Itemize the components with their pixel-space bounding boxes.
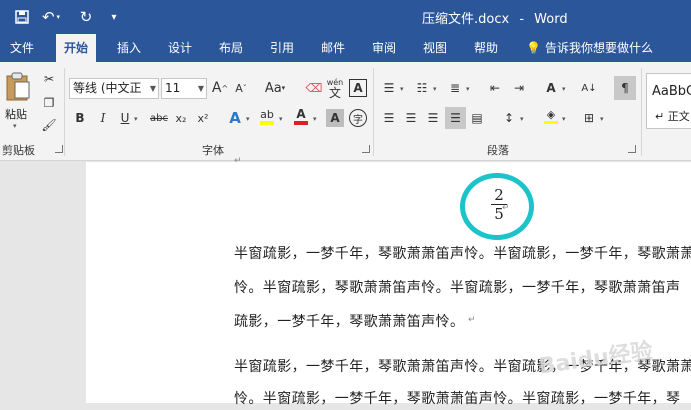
- title-bar: ↶ ▾ ↻ ▾ 压缩文件.docx - Word: [0, 0, 691, 34]
- tab-insert[interactable]: 插入: [109, 34, 149, 62]
- multilevel-dropdown-icon[interactable]: ▾: [466, 85, 470, 93]
- font-size-value: 11: [165, 81, 181, 95]
- tab-layout[interactable]: 布局: [211, 34, 251, 62]
- paste-label: 粘贴: [5, 108, 27, 121]
- save-icon[interactable]: [12, 6, 32, 28]
- clear-formatting-icon[interactable]: ⌫: [305, 79, 323, 97]
- decrease-indent-icon[interactable]: ⇤: [486, 79, 504, 97]
- body-text-line: 疏影，一梦千年，琴歌萧萧笛声怜。: [234, 314, 465, 330]
- undo-icon[interactable]: ↶ ▾: [40, 6, 62, 28]
- clipboard-launcher-icon[interactable]: [55, 145, 63, 153]
- distributed-icon[interactable]: ▤: [468, 109, 486, 127]
- underline-button[interactable]: U: [116, 109, 134, 127]
- font-color-icon[interactable]: A: [292, 107, 310, 125]
- window-title: 压缩文件.docx - Word: [422, 8, 568, 27]
- show-marks-icon[interactable]: ¶: [614, 76, 636, 100]
- line-spacing-icon[interactable]: ↕: [500, 109, 518, 127]
- text-effects-dropdown-icon[interactable]: ▾: [246, 115, 250, 123]
- tab-mailings[interactable]: 邮件: [313, 34, 353, 62]
- multilevel-list-icon[interactable]: ≣: [446, 79, 464, 97]
- align-right-icon[interactable]: ☰: [424, 109, 442, 127]
- justify-icon[interactable]: ☰: [445, 107, 466, 129]
- body-text-line: 半窗疏影，一梦千年，琴歌萧萧笛声怜。半窗疏影，一梦千年，琴歌萧萧: [234, 246, 691, 262]
- body-text-line: 怜。半窗疏影，琴歌萧萧笛声怜。半窗疏影，一梦千年，琴歌萧萧笛声: [234, 280, 681, 296]
- bullets-dropdown-icon[interactable]: ▾: [400, 85, 404, 93]
- format-painter-icon[interactable]: 🖌: [40, 116, 58, 134]
- ribbon-tabs: 文件 开始 插入 设计 布局 引用 邮件 审阅 视图 帮助 💡 告诉我你想要做什么: [0, 34, 691, 62]
- tab-references[interactable]: 引用: [262, 34, 302, 62]
- lightbulb-icon: 💡: [526, 41, 541, 55]
- shrink-font-icon[interactable]: Aˇ: [232, 79, 250, 97]
- character-shading-icon[interactable]: A: [326, 109, 344, 127]
- tab-help[interactable]: 帮助: [466, 34, 506, 62]
- enclose-characters-icon[interactable]: 字: [349, 109, 367, 127]
- ribbon-home: 粘贴 ▾ ✂ ❐ 🖌 剪贴板 等线 (中文正 ▼ 11 ▼ A ^ Aˇ Aa ▾ ⌫ …: [0, 62, 691, 161]
- font-color-dropdown-icon[interactable]: ▾: [313, 115, 317, 123]
- line-spacing-dropdown-icon[interactable]: ▾: [520, 115, 524, 123]
- grow-font-icon[interactable]: A ^: [211, 79, 229, 97]
- clipboard-group-label: 剪贴板: [2, 144, 35, 157]
- align-center-icon[interactable]: ☰: [402, 109, 420, 127]
- font-launcher-icon[interactable]: [362, 145, 370, 153]
- paragraph-mark: ↵: [468, 315, 476, 325]
- numbering-icon[interactable]: ☷: [413, 79, 431, 97]
- redo-icon[interactable]: ↻: [77, 6, 95, 28]
- chevron-down-icon: ▼: [149, 84, 156, 93]
- subscript-button[interactable]: x₂: [172, 109, 190, 127]
- clipboard-icon: [6, 72, 30, 101]
- borders-dropdown-icon[interactable]: ▾: [600, 115, 604, 123]
- superscript-button[interactable]: x²: [194, 109, 212, 127]
- chinese-layout-dropdown-icon[interactable]: ▾: [562, 85, 566, 93]
- chevron-down-icon: ▼: [197, 84, 204, 93]
- numbering-dropdown-icon[interactable]: ▾: [433, 85, 437, 93]
- tab-file[interactable]: 文件: [2, 34, 42, 62]
- highlight-dropdown-icon[interactable]: ▾: [279, 115, 283, 123]
- tab-review[interactable]: 审阅: [364, 34, 404, 62]
- paragraph-mark: ↵: [234, 156, 242, 166]
- italic-button[interactable]: I: [94, 109, 112, 127]
- separator: [64, 68, 65, 156]
- paragraph-launcher-icon[interactable]: [628, 145, 636, 153]
- bullets-icon[interactable]: ☰: [380, 79, 398, 97]
- paragraph-group-label: 段落: [487, 144, 509, 157]
- customize-qat-icon[interactable]: ▾: [107, 6, 121, 28]
- font-size-select[interactable]: 11 ▼: [161, 78, 207, 99]
- tell-me-label: 告诉我你想要做什么: [544, 41, 653, 55]
- title-separator: -: [519, 12, 525, 27]
- change-case-icon[interactable]: Aa ▾: [262, 79, 288, 97]
- highlight-icon[interactable]: ab: [258, 107, 276, 125]
- paste-button[interactable]: 粘贴 ▾: [3, 70, 33, 132]
- shading-dropdown-icon[interactable]: ▾: [562, 115, 566, 123]
- character-border-icon[interactable]: A: [349, 79, 367, 97]
- increase-indent-icon[interactable]: ⇥: [510, 79, 528, 97]
- font-group-label: 字体: [202, 144, 224, 157]
- phonetic-guide-icon[interactable]: wén 文: [326, 76, 344, 100]
- style-normal[interactable]: AaBbC ↵ 正文: [646, 73, 691, 129]
- copy-icon[interactable]: ❐: [40, 94, 58, 112]
- style-preview: AaBbC: [652, 84, 691, 99]
- chinese-layout-icon[interactable]: A: [542, 79, 560, 97]
- font-name-select[interactable]: 等线 (中文正 ▼: [69, 78, 159, 99]
- shading-icon[interactable]: ◈: [542, 107, 560, 125]
- underline-dropdown-icon[interactable]: ▾: [134, 115, 138, 123]
- text-effects-icon[interactable]: A: [226, 109, 244, 127]
- tab-design[interactable]: 设计: [160, 34, 200, 62]
- cut-icon[interactable]: ✂: [40, 70, 58, 88]
- separator: [373, 68, 374, 156]
- style-name: ↵ 正文: [655, 110, 690, 123]
- tell-me-search[interactable]: 💡 告诉我你想要做什么: [518, 34, 661, 62]
- font-name-value: 等线 (中文正: [73, 81, 142, 95]
- highlight-circle: [460, 173, 534, 240]
- align-left-icon[interactable]: ☰: [380, 109, 398, 127]
- app-name: Word: [534, 12, 568, 27]
- separator: [641, 68, 642, 156]
- paste-dropdown-icon[interactable]: ▾: [13, 122, 17, 130]
- borders-icon[interactable]: ⊞: [580, 109, 598, 127]
- sort-icon[interactable]: A↓: [580, 79, 598, 97]
- document-name: 压缩文件.docx: [422, 12, 510, 27]
- tab-view[interactable]: 视图: [415, 34, 455, 62]
- bold-button[interactable]: B: [71, 109, 89, 127]
- strikethrough-button[interactable]: abc: [148, 109, 170, 127]
- tab-home[interactable]: 开始: [56, 34, 97, 62]
